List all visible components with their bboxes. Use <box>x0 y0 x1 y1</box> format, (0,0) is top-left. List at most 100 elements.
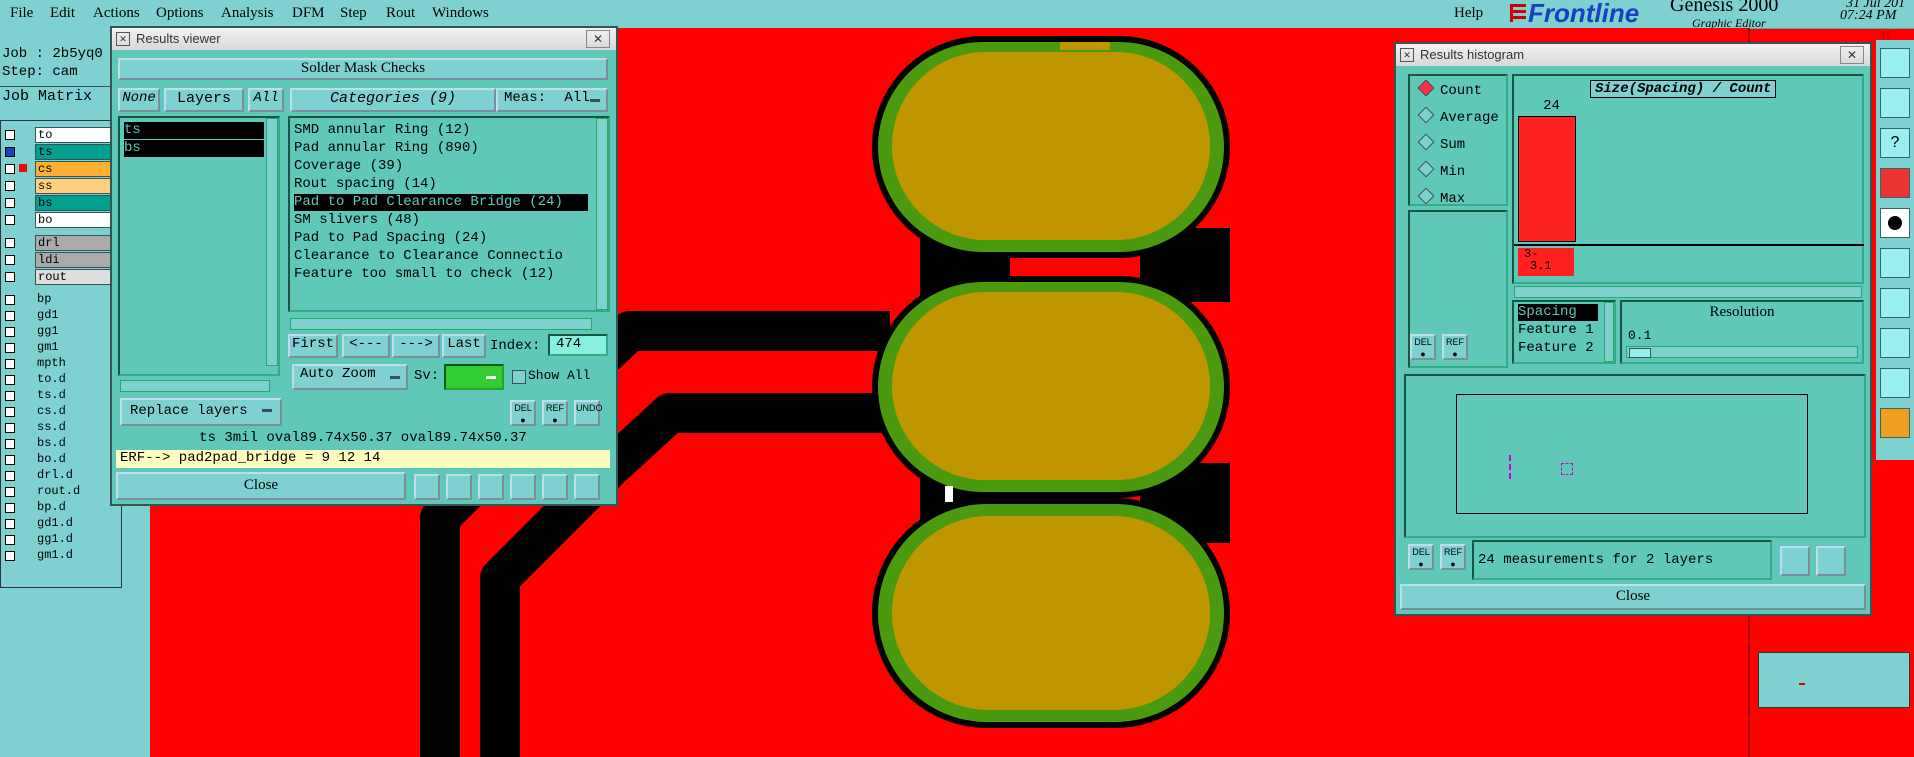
layer-checkbox[interactable] <box>5 359 15 369</box>
print-icon[interactable] <box>1816 546 1846 576</box>
category-item[interactable]: Clearance to Clearance Connectio <box>294 248 563 265</box>
last-button[interactable]: Last <box>442 334 486 358</box>
help-tool-icon[interactable]: ? <box>1880 128 1910 158</box>
histogram-bar[interactable] <box>1518 116 1576 242</box>
layer-checkbox[interactable] <box>5 407 15 417</box>
layer-checkbox[interactable] <box>5 439 15 449</box>
layer-checkbox[interactable] <box>5 535 15 545</box>
layer-checkbox[interactable] <box>5 255 15 265</box>
layer-checkbox[interactable] <box>5 503 15 513</box>
histogram-ref-button[interactable]: REF ● <box>1442 334 1468 360</box>
layer-row-gd1[interactable]: gd1 <box>1 308 119 323</box>
compare-icon[interactable] <box>510 474 536 500</box>
ref-button[interactable]: REF ● <box>542 400 568 426</box>
layer-row-bs-d[interactable]: bs.d <box>1 436 119 451</box>
layers-button[interactable]: Layers <box>164 88 244 112</box>
layer-item-bs[interactable]: bs <box>124 140 264 157</box>
menu-actions[interactable]: Actions <box>93 5 140 22</box>
auto-zoom-selector[interactable]: Auto Zoom <box>292 364 408 390</box>
menu-rout[interactable]: Rout <box>386 5 415 22</box>
layer-row-to-d[interactable]: to.d <box>1 372 119 387</box>
all-button[interactable]: All <box>248 88 284 112</box>
snap-tool-icon[interactable] <box>1880 88 1910 118</box>
layers-scrollbar[interactable] <box>266 118 278 366</box>
layer-checkbox[interactable] <box>5 391 15 401</box>
route-tool-icon[interactable] <box>1880 248 1910 278</box>
menu-step[interactable]: Step <box>340 5 367 22</box>
select-tool-icon[interactable] <box>1880 408 1910 438</box>
category-item[interactable]: Pad to Pad Clearance Bridge (24) <box>294 194 588 211</box>
field-feature-1[interactable]: Feature 1 <box>1518 322 1594 339</box>
layer-row-rout[interactable]: rout <box>1 269 119 285</box>
categories-list[interactable]: SMD annular Ring (12) Pad annular Ring (8… <box>288 116 610 312</box>
categories-button[interactable]: Categories (9) <box>290 88 496 112</box>
record-tool-icon[interactable] <box>1880 208 1910 238</box>
category-item[interactable]: SM slivers (48) <box>294 212 420 229</box>
layer-checkbox[interactable] <box>5 181 15 191</box>
menu-edit[interactable]: Edit <box>50 5 75 22</box>
prev-button[interactable]: <--- <box>342 334 390 358</box>
sv-color-selector[interactable] <box>444 364 504 390</box>
mode-radio-min[interactable]: Min <box>1417 160 1465 180</box>
close-icon[interactable]: ✕ <box>586 30 610 48</box>
histogram-preview[interactable] <box>1404 374 1866 538</box>
layer-checkbox[interactable] <box>5 311 15 321</box>
layer-checkbox[interactable] <box>5 519 15 529</box>
histogram-titlebar[interactable]: ✕ Results histogram ✕ <box>1396 44 1870 66</box>
layer-row-drl[interactable]: drl <box>1 235 119 251</box>
layer-checkbox[interactable] <box>5 471 15 481</box>
mode-radio-sum[interactable]: Sum <box>1417 133 1465 153</box>
layer-row-mpth[interactable]: mpth <box>1 356 119 371</box>
replace-layers-button[interactable]: Replace layers <box>120 398 282 426</box>
chart-hscrollbar[interactable] <box>1514 286 1862 298</box>
layer-checkbox[interactable] <box>5 455 15 465</box>
mode-radio-max[interactable]: Max <box>1417 187 1465 207</box>
layer-row-bs[interactable]: bs <box>1 195 119 211</box>
layer-row-bp-d[interactable]: bp.d <box>1 500 119 515</box>
layer-checkbox[interactable] <box>5 551 15 561</box>
job-matrix-title[interactable]: Job Matrix <box>2 88 92 105</box>
layer-checkbox[interactable] <box>5 327 15 337</box>
layer-row-gg1[interactable]: gg1 <box>1 324 119 339</box>
layer-row-rout-d[interactable]: rout.d <box>1 484 119 499</box>
layer-row-gm1-d[interactable]: gm1.d <box>1 548 119 563</box>
category-item[interactable]: Rout spacing (14) <box>294 176 437 193</box>
none-button[interactable]: None <box>118 88 160 112</box>
netlist-tool-icon[interactable] <box>1880 328 1910 358</box>
close-button[interactable]: Close <box>116 472 406 500</box>
field-list[interactable]: Spacing Feature 1 Feature 2 <box>1512 300 1616 364</box>
layer-checkbox[interactable] <box>5 423 15 433</box>
layer-row-bo-d[interactable]: bo.d <box>1 452 119 467</box>
layer-checkbox[interactable] <box>5 130 15 140</box>
layer-row-ss[interactable]: ss <box>1 178 119 194</box>
layout-tool-icon[interactable] <box>1880 48 1910 78</box>
layer-row-ts-d[interactable]: ts.d <box>1 388 119 403</box>
layer-checkbox[interactable] <box>5 343 15 353</box>
index-input[interactable]: 474 <box>548 334 608 356</box>
layer-row-gg1-d[interactable]: gg1.d <box>1 532 119 547</box>
menu-dfm[interactable]: DFM <box>292 5 325 22</box>
close-icon[interactable]: ✕ <box>1840 46 1864 64</box>
preview-del-button[interactable]: DEL ● <box>1408 544 1434 570</box>
histogram-chart[interactable]: Size(Spacing) / Count 24 3- 3.1 <box>1512 74 1864 284</box>
mode-radio-average[interactable]: Average <box>1417 106 1499 126</box>
category-item[interactable]: SMD annular Ring (12) <box>294 122 470 139</box>
field-spacing[interactable]: Spacing <box>1518 304 1598 321</box>
menu-help[interactable]: Help <box>1454 5 1483 22</box>
undo-button[interactable]: UNDO <box>574 400 603 426</box>
next-button[interactable]: ---> <box>392 334 440 358</box>
layers-list[interactable]: ts bs <box>118 116 280 376</box>
layer-row-to[interactable]: to <box>1 127 119 143</box>
layer-row-bo[interactable]: bo <box>1 212 119 228</box>
category-item[interactable]: Coverage (39) <box>294 158 403 175</box>
notes-icon[interactable] <box>542 474 568 500</box>
categories-hscrollbar[interactable] <box>290 318 592 330</box>
layer-checkbox[interactable] <box>5 147 15 157</box>
resolution-slider[interactable] <box>1626 346 1858 358</box>
field-scrollbar[interactable] <box>1604 302 1614 362</box>
first-button[interactable]: First <box>288 334 338 358</box>
layer-checkbox[interactable] <box>5 198 15 208</box>
layer-checkbox[interactable] <box>5 295 15 305</box>
layer-row-drl-d[interactable]: drl.d <box>1 468 119 483</box>
stats-icon[interactable] <box>414 474 440 500</box>
